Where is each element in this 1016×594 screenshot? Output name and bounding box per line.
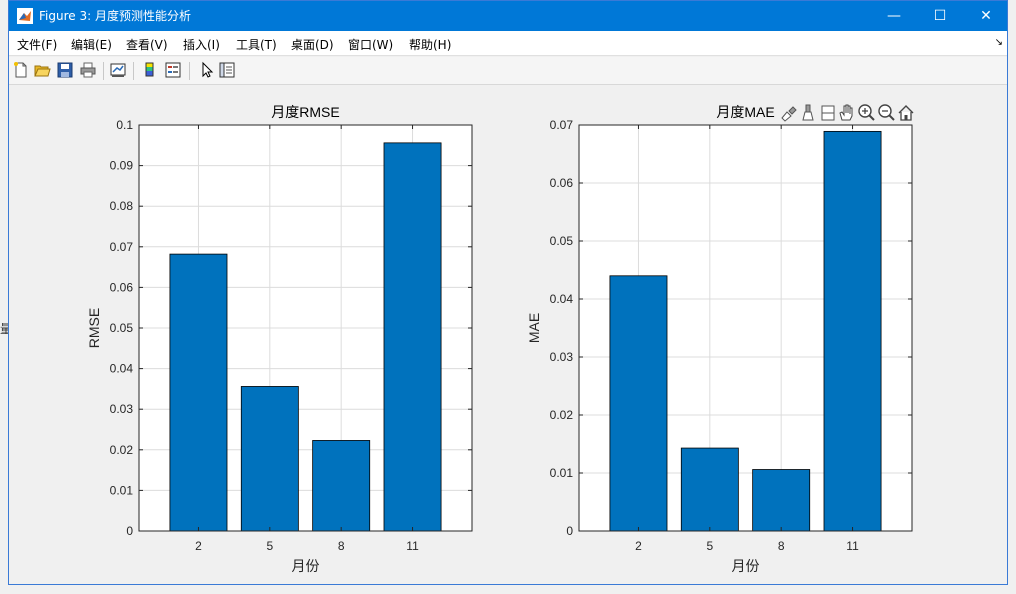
plot-canvas: 0 0.01 0.02 0.03 0.04 0.05 0.06 0.07 0.08 0.09 0.1… bbox=[9, 85, 1009, 585]
pan-icon[interactable] bbox=[839, 104, 853, 121]
y-tick-label: 0.09 bbox=[110, 159, 134, 173]
close-button[interactable]: ✕ bbox=[963, 1, 1009, 31]
figure-window: Figure 3: 月度预测性能分析 — ☐ ✕ 文件(F) 编辑(E) 查看(… bbox=[8, 0, 1008, 585]
y-tick-label: 0.03 bbox=[110, 402, 134, 416]
y-tick-label: 0.04 bbox=[110, 362, 134, 376]
y-tick-label: 0 bbox=[566, 524, 573, 538]
x-axis-label: 月份 bbox=[292, 558, 320, 574]
menu-view[interactable]: 查看(V) bbox=[126, 36, 168, 53]
y-tick-label: 0.06 bbox=[550, 176, 574, 190]
menu-insert[interactable]: 插入(I) bbox=[183, 36, 220, 53]
close-icon: ✕ bbox=[980, 8, 992, 24]
toolbar-separator bbox=[133, 62, 134, 80]
x-tick-label: 5 bbox=[706, 539, 713, 553]
menu-edit[interactable]: 编辑(E) bbox=[71, 36, 112, 53]
x-tick-label: 8 bbox=[778, 539, 785, 553]
bar-2[interactable] bbox=[169, 253, 228, 532]
zoom-out-icon[interactable] bbox=[878, 104, 895, 121]
y-tick-label: 0.01 bbox=[110, 483, 134, 497]
restore-view-icon[interactable] bbox=[821, 105, 835, 121]
axes-toolbar bbox=[779, 101, 919, 123]
link-plot-icon[interactable] bbox=[109, 61, 127, 79]
chart-title: 月度RMSE bbox=[271, 104, 339, 120]
menu-desktop[interactable]: 桌面(D) bbox=[291, 36, 334, 53]
menu-tools[interactable]: 工具(T) bbox=[236, 36, 277, 53]
maximize-button[interactable]: ☐ bbox=[917, 1, 963, 31]
bar-8[interactable] bbox=[312, 440, 371, 532]
y-tick-label: 0.01 bbox=[550, 466, 574, 480]
open-file-icon[interactable] bbox=[33, 61, 51, 79]
y-tick-label: 0.02 bbox=[550, 408, 574, 422]
charts-svg: 0 0.01 0.02 0.03 0.04 0.05 0.06 0.07 0.08 0.09 0.1… bbox=[86, 104, 913, 574]
print-icon[interactable] bbox=[79, 61, 97, 79]
title-bar[interactable]: Figure 3: 月度预测性能分析 — ☐ ✕ bbox=[9, 1, 1007, 31]
bar-11[interactable] bbox=[823, 130, 882, 532]
chart-2: 0 0.01 0.02 0.03 0.04 0.05 0.06 0.07 2 5 8 11 月度MAE 月… bbox=[526, 104, 913, 574]
bar-11[interactable] bbox=[383, 142, 442, 532]
minimize-icon: — bbox=[887, 8, 901, 24]
legend-icon[interactable] bbox=[164, 61, 182, 79]
y-tick-label: 0.08 bbox=[110, 199, 134, 213]
maximize-icon: ☐ bbox=[933, 8, 947, 24]
y-tick-label: 0.05 bbox=[550, 234, 574, 248]
bar-8[interactable] bbox=[752, 469, 811, 532]
y-tick-label: 0 bbox=[126, 524, 133, 538]
toolbar-separator bbox=[189, 62, 190, 80]
brush-icon[interactable] bbox=[781, 106, 797, 122]
y-tick-label: 0.03 bbox=[550, 350, 574, 364]
chart-1: 0 0.01 0.02 0.03 0.04 0.05 0.06 0.07 0.08 0.09 0.1… bbox=[86, 104, 473, 574]
zoom-in-icon[interactable] bbox=[858, 104, 875, 121]
x-tick-label: 5 bbox=[266, 539, 273, 553]
y-axis-label: MAE bbox=[526, 313, 542, 343]
data-tip-icon[interactable] bbox=[802, 104, 814, 121]
y-tick-label: 0.07 bbox=[110, 240, 134, 254]
figure-toolbar bbox=[9, 57, 1007, 85]
colorbar-icon[interactable] bbox=[141, 61, 159, 79]
x-tick-label: 11 bbox=[846, 539, 859, 553]
menu-bar: 文件(F) 编辑(E) 查看(V) 插入(I) 工具(T) 桌面(D) 窗口(W… bbox=[9, 31, 1007, 56]
x-tick-label: 8 bbox=[338, 539, 345, 553]
matlab-logo-icon bbox=[17, 8, 33, 24]
bar-2[interactable] bbox=[609, 275, 668, 532]
menu-file[interactable]: 文件(F) bbox=[17, 36, 57, 53]
dock-arrow-icon[interactable]: ↘ bbox=[995, 37, 1003, 48]
x-tick-label: 2 bbox=[635, 539, 642, 553]
x-axis-label: 月份 bbox=[732, 558, 760, 574]
x-tick-label: 2 bbox=[195, 539, 202, 553]
y-tick-label: 0.07 bbox=[550, 118, 574, 132]
y-tick-label: 0.04 bbox=[550, 292, 574, 306]
bar-5[interactable] bbox=[680, 447, 739, 532]
menu-help[interactable]: 帮助(H) bbox=[409, 36, 451, 53]
y-axis-label: RMSE bbox=[86, 308, 102, 348]
x-tick-label: 11 bbox=[406, 539, 419, 553]
edit-plot-arrow-icon[interactable] bbox=[197, 61, 215, 79]
property-editor-icon[interactable] bbox=[218, 61, 236, 79]
y-tick-label: 0.05 bbox=[110, 321, 134, 335]
save-icon[interactable] bbox=[56, 61, 74, 79]
chart-title: 月度MAE bbox=[716, 104, 774, 120]
y-tick-label: 0.02 bbox=[110, 443, 134, 457]
toolbar-separator bbox=[103, 62, 104, 80]
minimize-button[interactable]: — bbox=[871, 1, 917, 31]
bar-5[interactable] bbox=[240, 386, 299, 532]
y-tick-label: 0.1 bbox=[116, 118, 133, 132]
window-title: Figure 3: 月度预测性能分析 bbox=[39, 9, 191, 23]
home-icon[interactable] bbox=[898, 105, 914, 121]
menu-window[interactable]: 窗口(W) bbox=[348, 36, 393, 53]
y-tick-label: 0.06 bbox=[110, 280, 134, 294]
new-figure-icon[interactable] bbox=[12, 61, 30, 79]
